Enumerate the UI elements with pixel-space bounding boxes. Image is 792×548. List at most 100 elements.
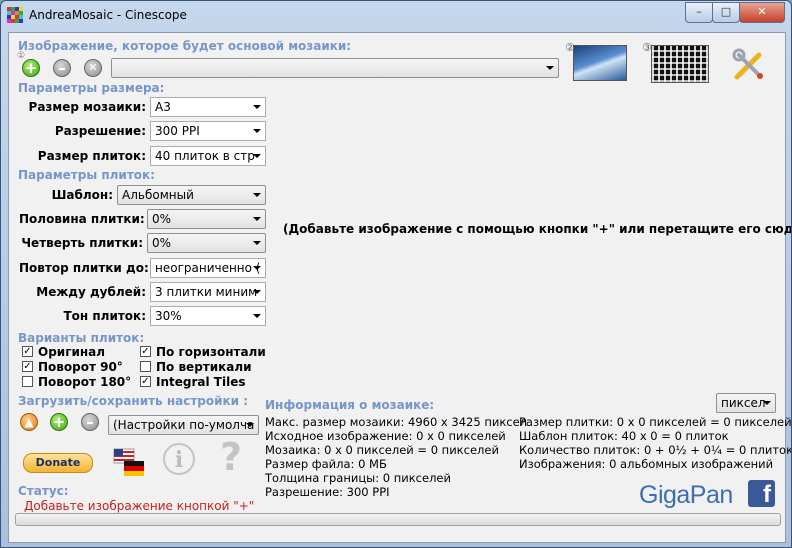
mosaic-size-label: Размер мозаики: — [28, 100, 146, 114]
progress-bar — [15, 513, 781, 526]
info-icon[interactable]: i — [163, 443, 195, 475]
title-bar[interactable]: AndreaMosaic - Cinescope – □ ✕ — [1, 1, 791, 31]
language-flag-icon[interactable] — [112, 447, 146, 477]
chevron-down-icon — [253, 266, 261, 270]
size-params-section-title: Параметры размера: — [18, 81, 165, 95]
info-resolution: Разрешение: 300 PPI — [265, 485, 390, 499]
info-max-size: Макс. размер мозаики: 4960 x 3425 пиксел — [265, 415, 528, 429]
drop-image-hint[interactable]: (Добавьте изображение с помощью кнопки "… — [283, 222, 791, 236]
chevron-down-icon — [763, 401, 771, 405]
resolution-select[interactable]: 300 PPI — [150, 121, 266, 141]
load-save-section-title: Загрузить/сохранить настройки : — [18, 394, 249, 408]
tile-tone-select[interactable]: 30% — [150, 306, 266, 326]
mosaic-info-section-title: Информация о мозаике: — [265, 398, 435, 412]
original-checkbox[interactable]: ✓ — [22, 346, 33, 357]
info-mosaic: Мозаика: 0 x 0 пикселей = 0 пикселей — [265, 443, 499, 457]
template-select[interactable]: Альбомный — [117, 185, 266, 205]
between-duplicates-value: 3 плитки миним — [155, 285, 258, 299]
mosaic-size-select[interactable]: A3 — [150, 97, 266, 117]
minimize-button[interactable]: – — [685, 2, 713, 23]
between-duplicates-label: Между дублей: — [36, 285, 146, 299]
info-border: Толщина границы: 0 пикселей — [265, 471, 451, 485]
integral-tiles-label[interactable]: Integral Tiles — [156, 375, 245, 389]
main-image-path-combo[interactable] — [111, 58, 559, 78]
tools-icon[interactable] — [731, 47, 767, 83]
tile-tone-label: Тон плиток: — [63, 309, 146, 323]
status-section-title: Статус: — [18, 484, 69, 498]
info-source-image: Исходное изображение: 0 x 0 пикселей — [265, 429, 506, 443]
half-tile-label: Половина плитки: — [19, 212, 145, 226]
chevron-down-icon — [546, 66, 554, 70]
window-title: AndreaMosaic - Cinescope — [29, 8, 187, 22]
donate-button[interactable]: Donate — [23, 453, 93, 473]
info-tile-template: Шаблон плиток: 40 x 0 = 0 плиток — [519, 429, 729, 443]
close-button[interactable]: ✕ — [739, 2, 785, 23]
chevron-down-icon — [253, 217, 261, 221]
info-tile-size: Размер плитки: 0 x 0 пикселей = 0 пиксел… — [519, 415, 792, 429]
info-images: Изображения: 0 альбомных изображений — [519, 457, 774, 471]
chevron-down-icon — [253, 314, 261, 318]
tile-size-label: Размер плиток: — [37, 149, 146, 163]
horizontal-flip-checkbox[interactable]: ✓ — [140, 346, 151, 357]
resolution-value: 300 PPI — [155, 124, 200, 138]
repeat-tile-value: неограниченно ( — [155, 261, 261, 275]
rotate90-checkbox[interactable]: ✓ — [22, 361, 33, 372]
preset-value: (Настройки по-умолча — [113, 418, 255, 432]
tile-size-select[interactable]: 40 плиток в стр — [150, 146, 266, 166]
tile-collection-thumbnail[interactable] — [651, 45, 709, 83]
info-file-size: Размер файла: 0 МБ — [265, 457, 387, 471]
rotate180-label[interactable]: Поворот 180° — [38, 375, 131, 389]
save-settings-button[interactable]: + — [50, 413, 68, 431]
repeat-tile-label: Повтор плитки до: — [19, 261, 149, 275]
main-image-section-title: Изображение, которое будет основой мозаи… — [18, 39, 352, 53]
original-label[interactable]: Оригинал — [38, 345, 105, 359]
app-window: AndreaMosaic - Cinescope – □ ✕ Изображен… — [0, 0, 792, 548]
quarter-tile-select[interactable]: 0% — [147, 233, 266, 253]
step-1-marker: ① — [17, 51, 26, 61]
chevron-down-icon — [253, 105, 261, 109]
quarter-tile-label: Четверть плитки: — [21, 236, 143, 250]
units-value: пиксел — [721, 396, 766, 410]
tile-size-value: 40 плиток в стр — [155, 149, 255, 163]
gigapan-logo[interactable]: GigaPan — [639, 481, 733, 510]
clear-image-button[interactable]: ✕ — [84, 59, 102, 77]
delete-settings-button[interactable]: – — [81, 413, 99, 431]
integral-tiles-checkbox[interactable]: ✓ — [140, 376, 151, 387]
preset-select[interactable]: (Настройки по-умолча — [108, 415, 259, 435]
chevron-down-icon — [253, 241, 261, 245]
tile-tone-value: 30% — [155, 309, 182, 323]
status-text: Добавьте изображение кнопкой "+" — [24, 499, 255, 513]
chevron-down-icon — [253, 129, 261, 133]
half-tile-value: 0% — [152, 212, 172, 226]
rotate180-checkbox[interactable] — [22, 376, 33, 387]
chevron-down-icon — [253, 193, 261, 197]
horizontal-flip-label[interactable]: По горизонтали — [156, 345, 266, 359]
resolution-label: Разрешение: — [54, 124, 146, 138]
help-icon[interactable]: ? — [216, 437, 246, 477]
units-select[interactable]: пиксел — [716, 393, 776, 413]
vertical-flip-label[interactable]: По вертикали — [156, 360, 252, 374]
chevron-down-icon — [253, 154, 261, 158]
half-tile-select[interactable]: 0% — [147, 209, 266, 229]
rotate90-label[interactable]: Поворот 90° — [38, 360, 123, 374]
vertical-flip-checkbox[interactable] — [140, 361, 151, 372]
between-duplicates-select[interactable]: 3 плитки миним — [150, 282, 266, 302]
repeat-tile-select[interactable]: неограниченно ( — [150, 258, 266, 278]
variants-section-title: Варианты плиток: — [18, 331, 145, 345]
template-label: Шаблон: — [51, 188, 113, 202]
app-logo-icon — [7, 7, 23, 23]
main-panel: Изображение, которое будет основой мозаи… — [8, 32, 791, 543]
quarter-tile-value: 0% — [152, 236, 172, 250]
chevron-down-icon — [246, 423, 254, 427]
load-settings-button[interactable]: ▲ — [20, 413, 38, 431]
facebook-icon[interactable]: f — [748, 480, 775, 507]
chevron-down-icon — [253, 290, 261, 294]
mosaic-size-value: A3 — [155, 100, 171, 114]
main-image-thumbnail[interactable] — [573, 45, 627, 81]
add-image-button[interactable]: + — [22, 59, 40, 77]
remove-image-button[interactable]: – — [53, 59, 71, 77]
template-value: Альбомный — [122, 188, 194, 202]
maximize-button[interactable]: □ — [712, 2, 740, 23]
info-tile-count: Количество плиток: 0 + 0½ + 0¼ = 0 плито… — [519, 443, 792, 457]
tile-params-section-title: Параметры плиток: — [18, 168, 155, 182]
